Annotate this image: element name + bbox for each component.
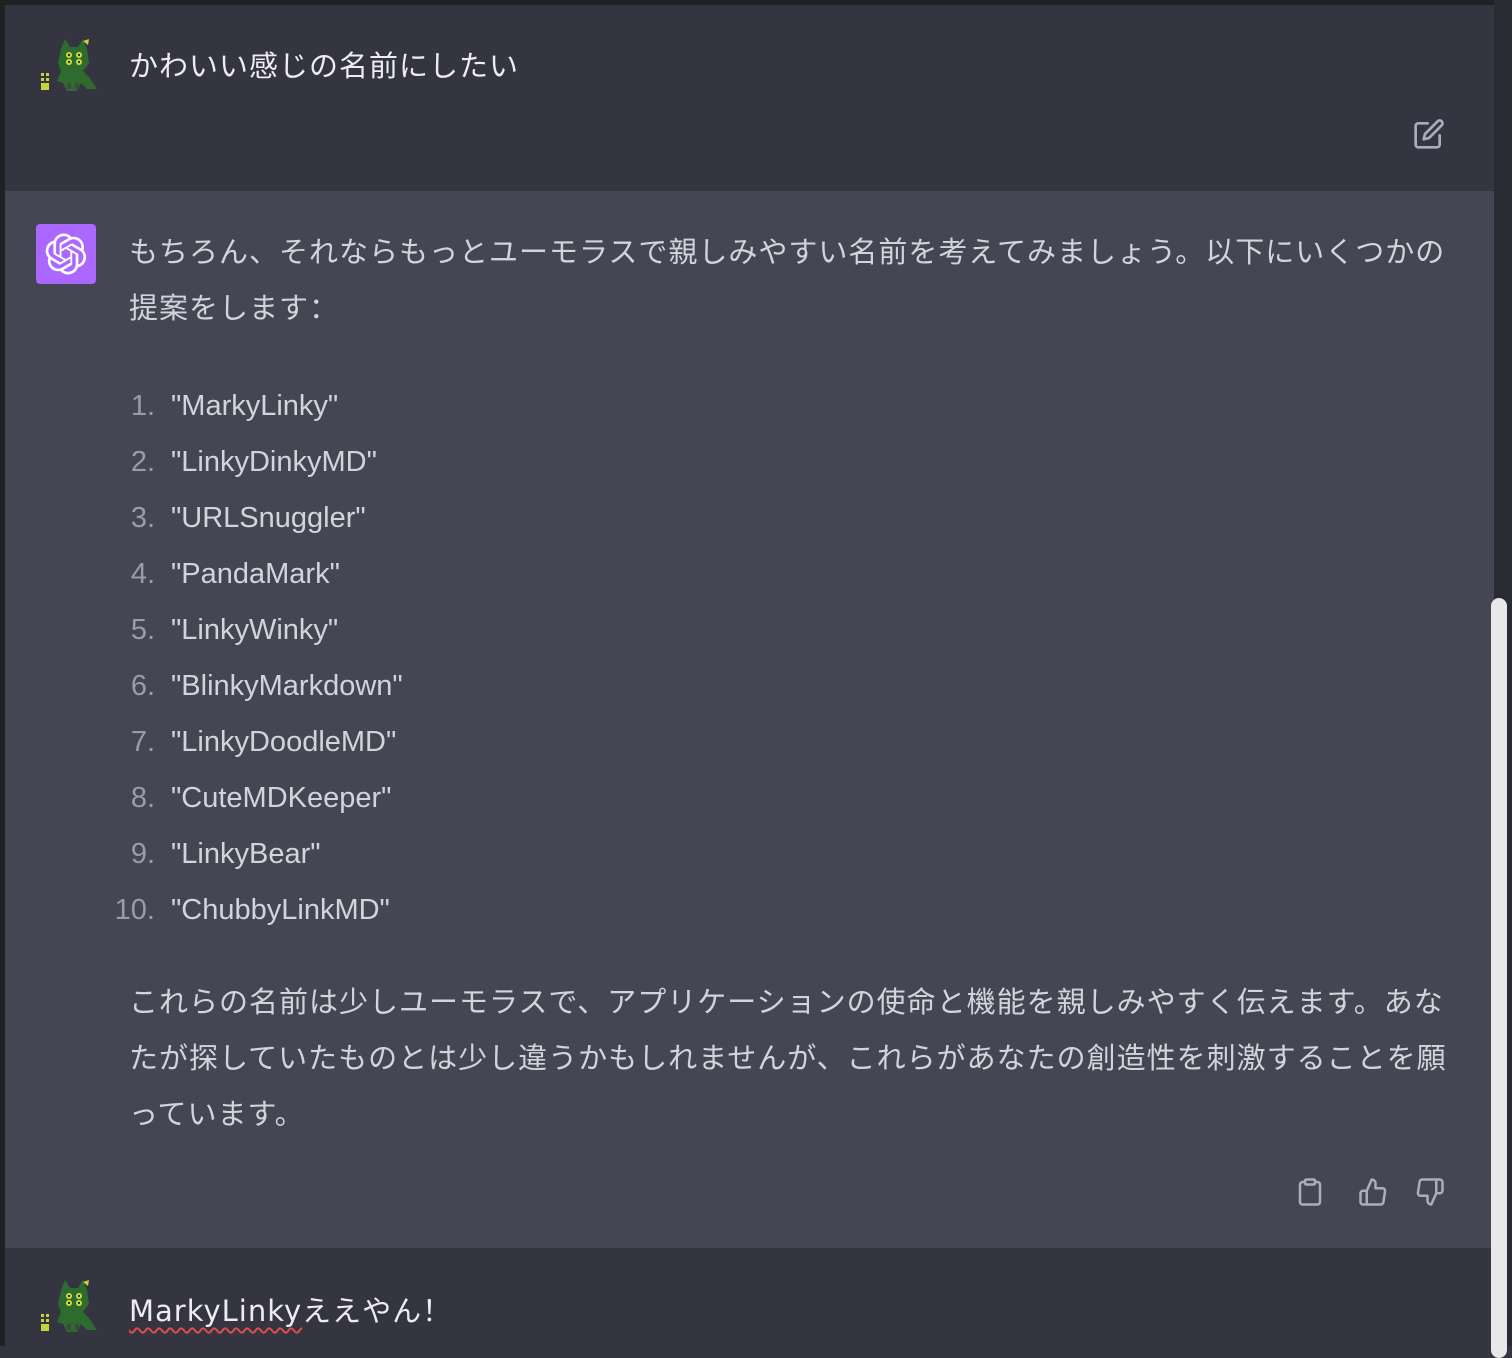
assistant-message: もちろん、それならもっとユーモラスで親しみやすい名前を考えてみましょう。以下にい… [5, 191, 1494, 1249]
list-item: 2. "LinkyDinkyMD" [130, 446, 377, 478]
name-suggestions-list: 1. "MarkyLinky" 2. "LinkyDinkyMD" 3. "URLSn… [105, 378, 403, 938]
window-edge [0, 0, 5, 1346]
edit-icon[interactable] [1411, 116, 1447, 152]
list-item: 7. "LinkyDoodleMD" [130, 726, 397, 758]
clipboard-icon[interactable] [1292, 1174, 1328, 1210]
list-item: 10. "ChubbyLinkMD" [114, 894, 390, 926]
list-item: 1. "MarkyLinky" [130, 390, 339, 422]
thumbs-down-icon[interactable] [1412, 1174, 1448, 1210]
list-item: 6. "BlinkyMarkdown" [130, 670, 403, 702]
user-message-text: MarkyLinkyええやん！ [129, 1294, 453, 1328]
openai-logo-icon [36, 224, 96, 284]
list-item: 4. "PandaMark" [130, 558, 340, 590]
list-item: 9. "LinkyBear" [130, 838, 321, 870]
scrollbar-thumb[interactable] [1491, 598, 1507, 1358]
cat-avatar-icon [37, 1278, 101, 1338]
list-item: 8. "CuteMDKeeper" [130, 782, 392, 814]
assistant-intro-text: もちろん、それならもっとユーモラスで親しみやすい名前を考えてみましょう。以下にい… [129, 235, 1446, 325]
user-message-text: かわいい感じの名前にしたい [129, 49, 520, 83]
spellcheck-word: MarkyLinky [129, 1294, 303, 1328]
thumbs-up-icon[interactable] [1355, 1174, 1391, 1210]
cat-avatar-icon [37, 37, 101, 97]
user-message: MarkyLinkyええやん！ [5, 1248, 1494, 1346]
list-item: 5. "LinkyWinky" [130, 614, 339, 646]
chat-window: かわいい感じの名前にしたい もちろん、それならもっとユーモラスで親しみやすい名前… [0, 0, 1512, 1358]
list-item: 3. "URLSnuggler" [130, 502, 366, 534]
assistant-closing-text: これらの名前は少しユーモラスで、アプリケーションの使命と機能を親しみやすく伝えま… [129, 985, 1447, 1131]
user-message: かわいい感じの名前にしたい [5, 5, 1494, 192]
